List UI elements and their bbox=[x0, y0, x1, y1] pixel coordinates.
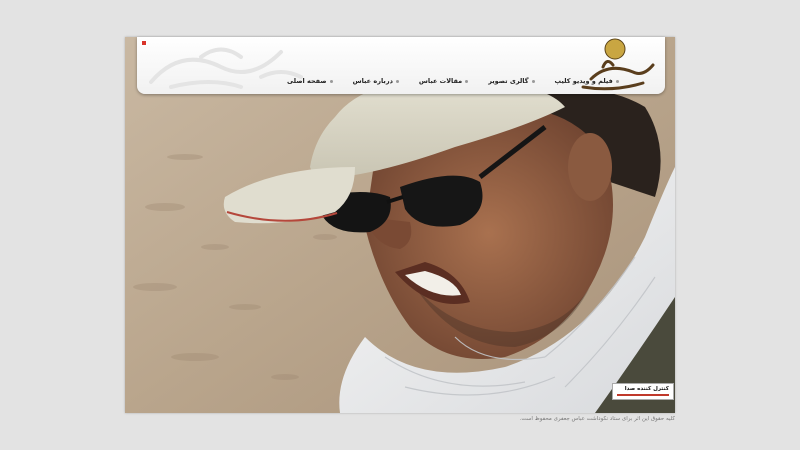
nav-bullet-icon bbox=[615, 79, 619, 83]
calligraphy-logo-icon bbox=[581, 38, 655, 91]
nav-bullet-icon bbox=[465, 79, 469, 83]
nav-videos[interactable]: فیلم و ویدیو کلیپ bbox=[545, 77, 629, 85]
nav-home-label: صفحه اصلی bbox=[287, 77, 327, 85]
sound-volume-bar[interactable] bbox=[617, 394, 669, 396]
nav-bullet-icon bbox=[329, 79, 333, 83]
nav-about[interactable]: درباره عباس bbox=[343, 77, 409, 85]
nav-bullet-icon bbox=[531, 79, 535, 83]
nav-gallery[interactable]: گالری تصویر bbox=[478, 77, 544, 85]
main-nav: صفحه اصلی درباره عباس مقالات عباس گالری … bbox=[277, 77, 629, 85]
sound-control-label: کنترل کننده صدا bbox=[624, 386, 669, 392]
nav-gallery-label: گالری تصویر bbox=[488, 77, 529, 85]
nav-bullet-icon bbox=[395, 79, 399, 83]
nav-articles-label: مقالات عباس bbox=[418, 77, 463, 85]
site-header: صفحه اصلی درباره عباس مقالات عباس گالری … bbox=[137, 37, 665, 94]
sound-control[interactable]: کنترل کننده صدا bbox=[612, 383, 674, 400]
copyright-text: کلیه حقوق این اثر برای ستاد نکوداشت عباس… bbox=[519, 416, 675, 422]
nav-videos-label: فیلم و ویدیو کلیپ bbox=[554, 77, 613, 85]
calligraphy-watermark-icon bbox=[149, 47, 303, 89]
red-square-icon[interactable] bbox=[141, 40, 147, 46]
nav-home[interactable]: صفحه اصلی bbox=[277, 77, 343, 85]
nav-about-label: درباره عباس bbox=[352, 77, 393, 85]
nav-articles[interactable]: مقالات عباس bbox=[409, 77, 478, 85]
